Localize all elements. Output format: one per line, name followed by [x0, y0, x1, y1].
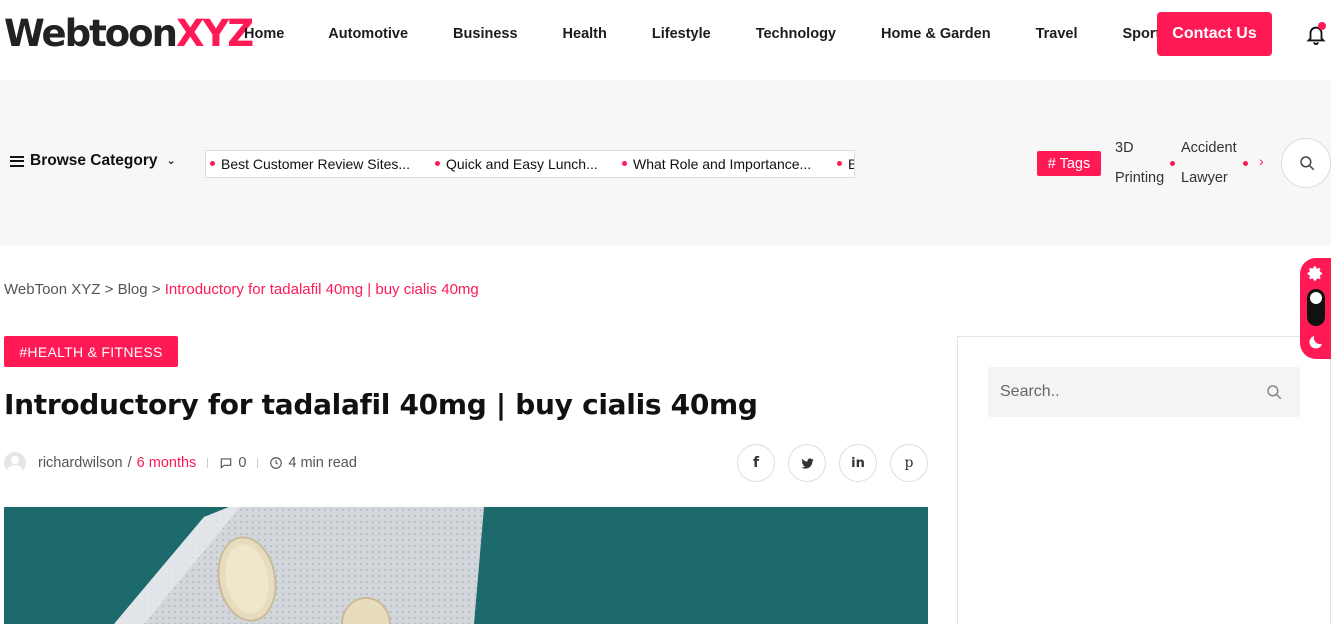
comment-count[interactable]: 0	[238, 455, 246, 471]
news-ticker: Best Customer Review Sites... Quick and …	[205, 150, 855, 178]
menu-icon	[10, 155, 24, 167]
bullet-dot	[435, 160, 440, 166]
pinterest-icon: p	[904, 455, 914, 471]
sidebar	[957, 336, 1331, 624]
nav-travel[interactable]: Travel	[1036, 26, 1078, 42]
search-icon	[1300, 156, 1315, 171]
sidebar-search	[988, 367, 1300, 417]
nav-home-garden[interactable]: Home & Garden	[881, 26, 991, 42]
tag-accident-lawyer[interactable]: Accident Lawyer	[1181, 133, 1237, 193]
category-bar: Browse Category ⌄ Best Customer Review S…	[0, 80, 1331, 246]
pill-blister-illustration	[114, 507, 484, 624]
clock-icon	[270, 457, 283, 469]
header-search-button[interactable]	[1281, 138, 1331, 188]
article-title: Introductory for tadalafil 40mg | buy ci…	[4, 388, 758, 421]
read-time: 4 min read	[288, 455, 357, 471]
search-icon[interactable]	[1265, 383, 1283, 401]
gear-icon[interactable]	[1307, 265, 1324, 282]
nav-business[interactable]: Business	[453, 26, 517, 42]
bullet-dot	[210, 160, 215, 166]
breadcrumb-current: Introductory for tadalafil 40mg | buy ci…	[164, 281, 479, 298]
pinterest-share-button[interactable]: p	[890, 444, 928, 482]
ticker-item[interactable]: B	[837, 156, 854, 172]
tag-3d-printing[interactable]: 3D Printing	[1115, 133, 1164, 193]
tag-separator-dot	[1243, 161, 1248, 166]
category-badge[interactable]: #HEALTH & FITNESS	[4, 336, 178, 367]
share-buttons: f in p	[737, 444, 941, 482]
twitter-icon	[800, 458, 814, 469]
bullet-dot	[622, 160, 627, 166]
ticker-item[interactable]: What Role and Importance...	[622, 156, 811, 172]
linkedin-icon: in	[851, 455, 865, 471]
nav-technology[interactable]: Technology	[756, 26, 836, 42]
main-nav: Home Automotive Business Health Lifestyl…	[222, 22, 1168, 46]
post-date[interactable]: 6 months	[137, 455, 197, 471]
chevron-down-icon: ⌄	[166, 154, 176, 167]
theme-switcher	[1300, 258, 1331, 359]
ticker-item[interactable]: Quick and Easy Lunch...	[435, 156, 598, 172]
author-name[interactable]: richardwilson	[38, 455, 123, 471]
nav-lifestyle[interactable]: Lifestyle	[652, 26, 711, 42]
featured-image	[4, 507, 928, 624]
bullet-dot	[837, 160, 842, 166]
nav-home[interactable]: Home	[244, 26, 284, 42]
tags-badge: # Tags	[1037, 151, 1101, 176]
ticker-item[interactable]: Best Customer Review Sites...	[210, 156, 410, 172]
site-logo[interactable]: WebtoonXYZ	[4, 12, 254, 56]
tags-next-arrow[interactable]: ›	[1259, 153, 1264, 169]
comment-icon	[221, 458, 232, 469]
breadcrumb-blog[interactable]: Blog	[118, 281, 148, 298]
breadcrumb: WebToon XYZ > Blog > Introductory for ta…	[4, 281, 479, 298]
nav-health[interactable]: Health	[563, 26, 607, 42]
tag-separator-dot	[1170, 161, 1175, 166]
facebook-share-button[interactable]: f	[737, 444, 775, 482]
sidebar-search-input[interactable]	[988, 367, 1258, 417]
moon-icon[interactable]	[1307, 333, 1325, 351]
facebook-icon: f	[752, 455, 760, 471]
avatar[interactable]	[4, 452, 26, 474]
browse-category-label: Browse Category	[30, 152, 158, 169]
twitter-share-button[interactable]	[788, 444, 826, 482]
linkedin-share-button[interactable]: in	[839, 444, 877, 482]
nav-automotive[interactable]: Automotive	[328, 26, 408, 42]
notification-dot	[1318, 22, 1326, 30]
browse-category-button[interactable]: Browse Category ⌄	[10, 152, 176, 170]
logo-text-primary: Webtoon	[4, 12, 178, 55]
site-header: WebtoonXYZ Home Automotive Business Heal…	[0, 0, 1331, 80]
breadcrumb-home[interactable]: WebToon XYZ	[4, 281, 100, 298]
article-meta: richardwilson / 6 months 0 4 min read	[4, 451, 357, 475]
contact-us-button[interactable]: Contact Us	[1157, 12, 1272, 56]
dark-mode-toggle[interactable]	[1307, 289, 1325, 326]
